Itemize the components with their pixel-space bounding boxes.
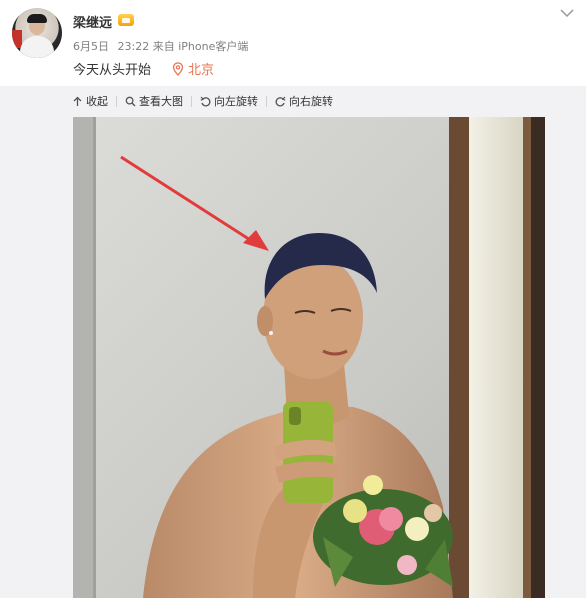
magnifier-icon [125, 96, 136, 106]
location-link[interactable]: 北京 [172, 59, 214, 78]
rotate-right-label: 向右旋转 [289, 95, 333, 108]
toolbar-divider [191, 95, 192, 107]
collapse-label: 收起 [86, 95, 108, 108]
post-text: 今天从头开始 [73, 63, 152, 78]
location-label: 北京 [188, 63, 215, 78]
view-large-button[interactable]: 查看大图 [125, 93, 183, 109]
post-date[interactable]: 6月5日 [73, 40, 109, 53]
toolbar-divider [266, 95, 267, 107]
rotate-right-icon [275, 96, 286, 106]
rotate-left-label: 向左旋转 [214, 95, 258, 108]
selfie-photo [73, 117, 545, 598]
post-time[interactable]: 23:22 [118, 40, 150, 53]
source-prefix: 来自 [152, 40, 175, 53]
post-photo[interactable] [73, 117, 545, 598]
media-toolbar: 收起 查看大图 向左旋转 向右旋转 [72, 91, 333, 111]
chevron-down-icon[interactable] [560, 8, 574, 18]
avatar[interactable] [12, 8, 62, 58]
view-large-label: 查看大图 [139, 95, 183, 108]
post-meta: 6月5日 23:22 来自 iPhone客户端 [73, 38, 248, 54]
media-panel: 收起 查看大图 向左旋转 向右旋转 [0, 86, 586, 598]
rotate-left-button[interactable]: 向左旋转 [200, 93, 258, 109]
username-link[interactable]: 梁继远 [73, 12, 112, 31]
rotate-left-icon [200, 96, 211, 106]
vip-badge-icon[interactable] [118, 14, 134, 26]
location-pin-icon [172, 61, 184, 76]
toolbar-divider [116, 95, 117, 107]
post-header: 梁继远 6月5日 23:22 来自 iPhone客户端 今天从头开始 北京 [0, 0, 586, 86]
source-link[interactable]: iPhone客户端 [178, 40, 248, 53]
arrow-up-icon [73, 96, 82, 106]
collapse-button[interactable]: 收起 [72, 93, 108, 109]
rotate-right-button[interactable]: 向右旋转 [275, 93, 333, 109]
